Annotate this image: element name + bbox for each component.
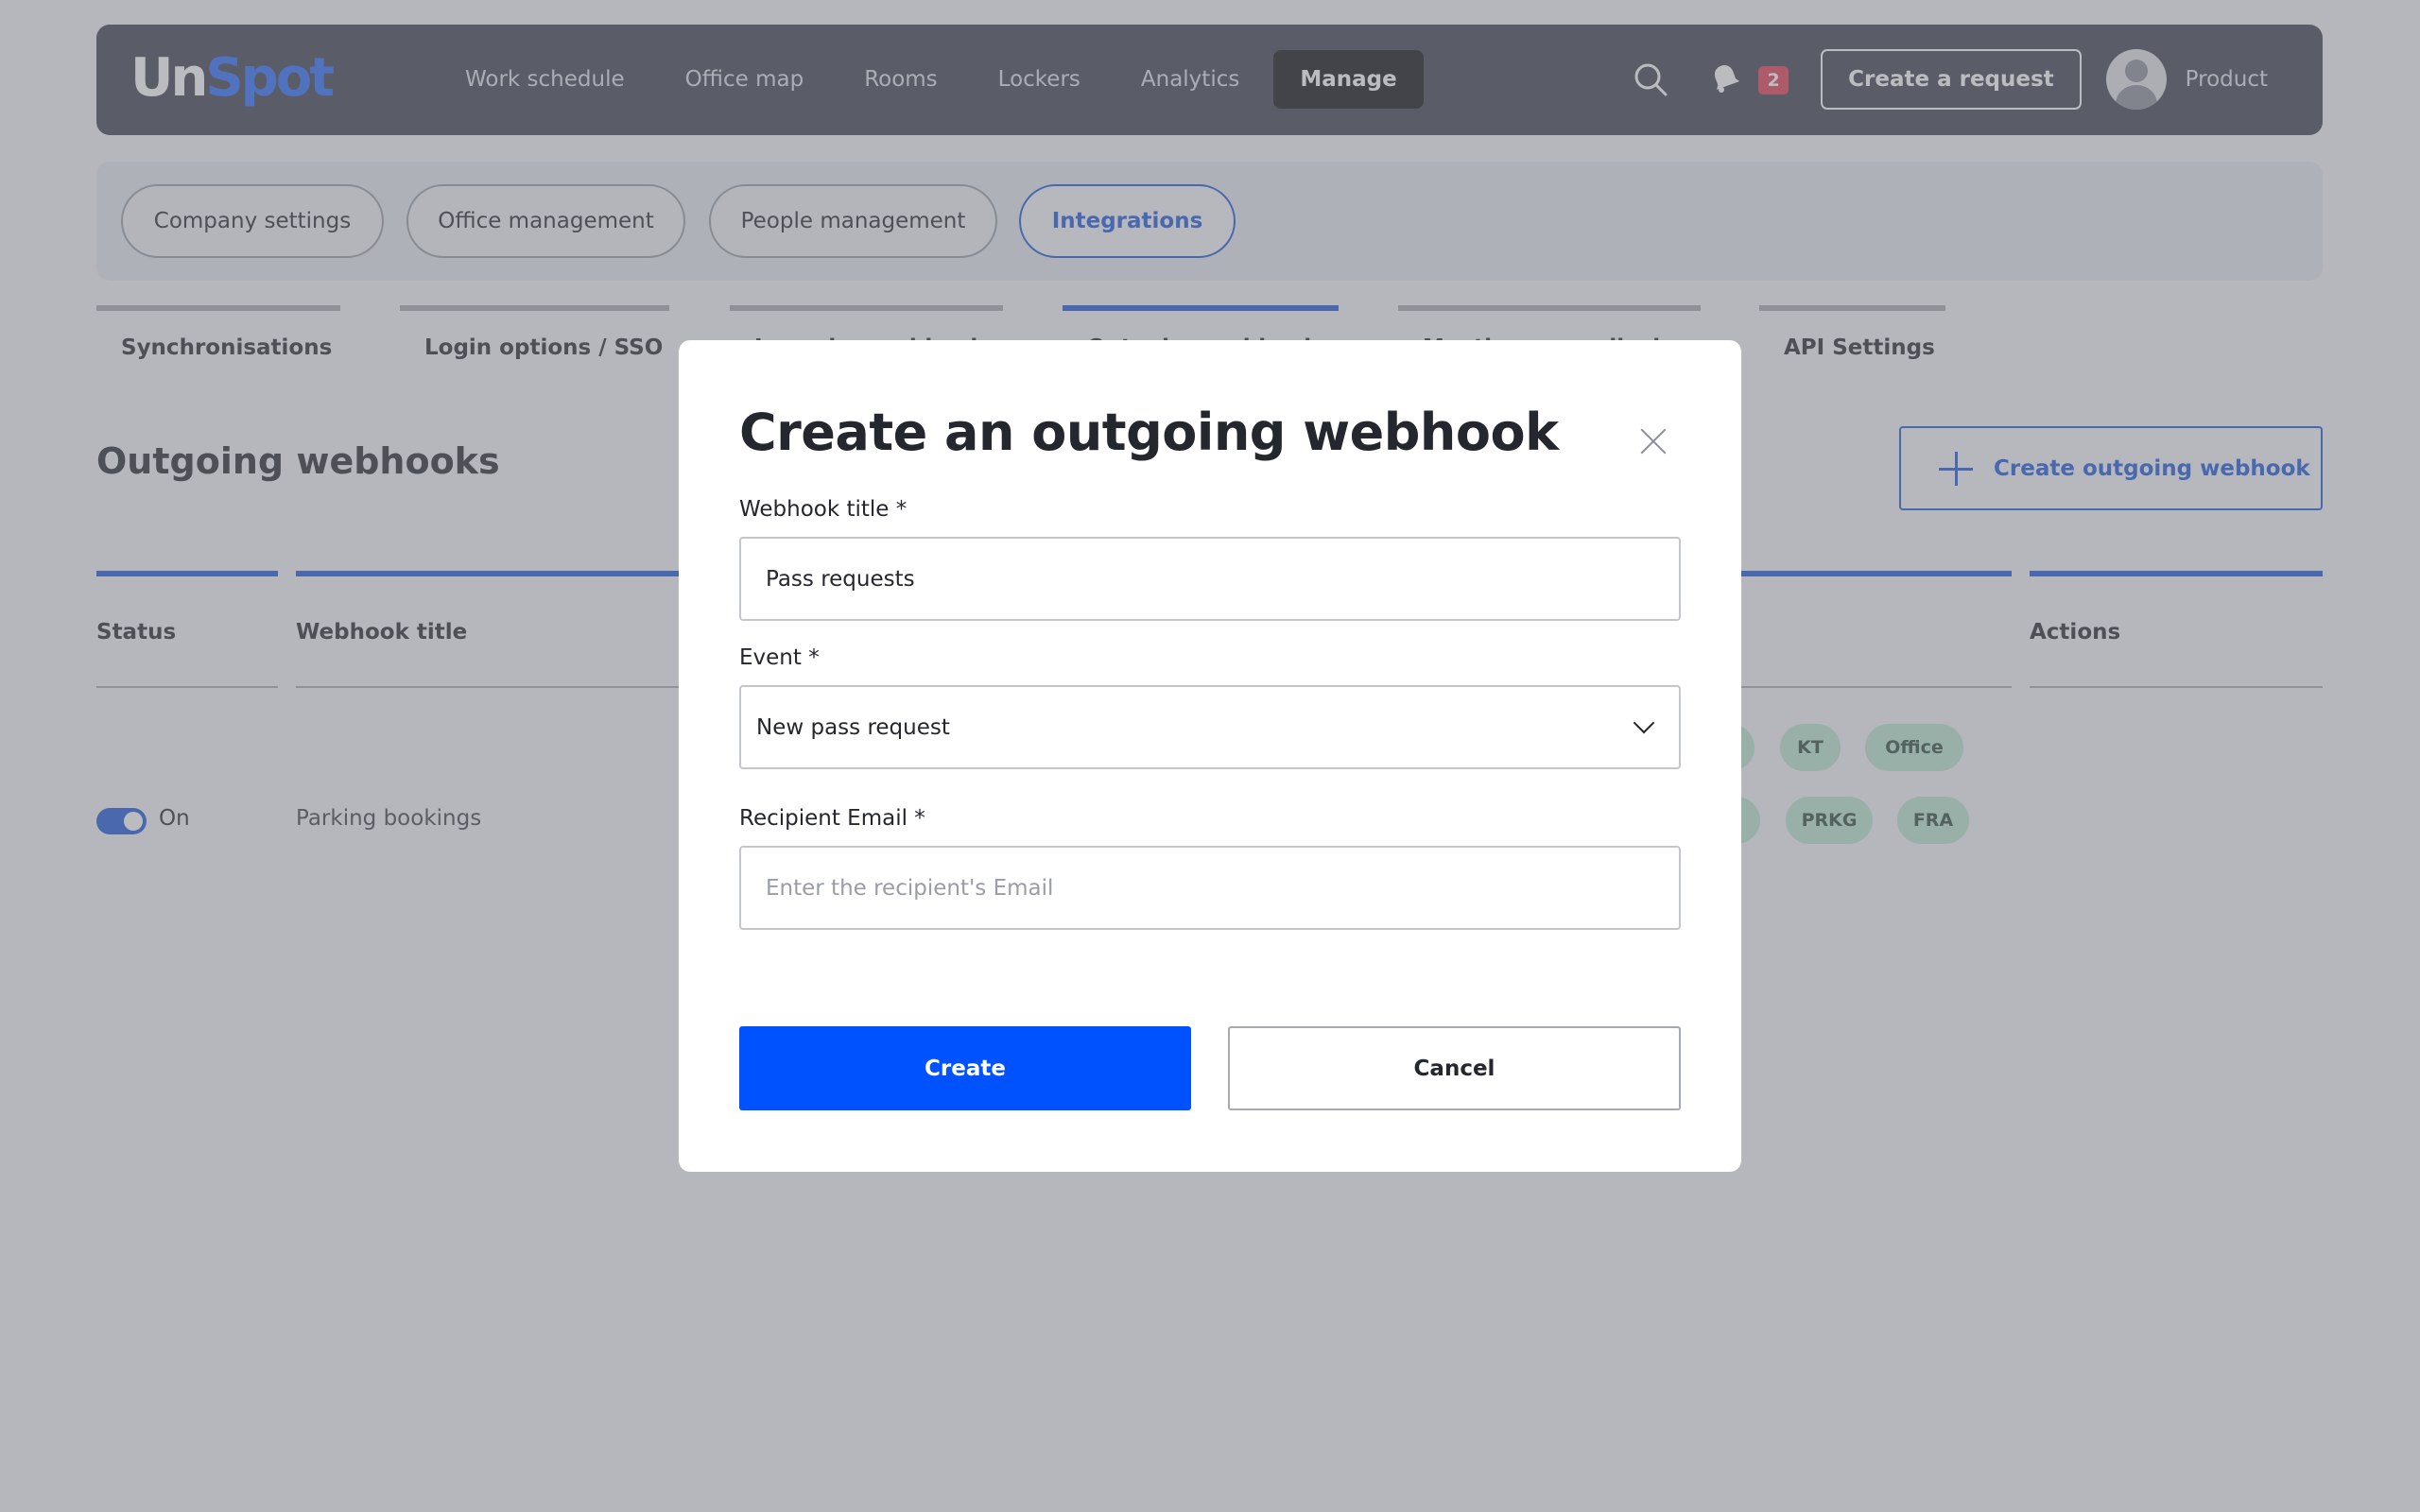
event-selected-value: New pass request [756,714,950,740]
event-label: Event * [739,645,820,670]
cancel-button[interactable]: Cancel [1228,1026,1681,1110]
recipient-email-label: Recipient Email * [739,806,925,831]
recipient-email-input[interactable] [739,846,1681,930]
webhook-title-input[interactable] [739,537,1681,621]
close-icon[interactable] [1639,427,1668,455]
chevron-down-icon [1634,715,1654,736]
dialog-title: Create an outgoing webhook [739,403,1559,462]
event-select[interactable]: New pass request [739,685,1681,769]
webhook-title-label: Webhook title * [739,497,908,522]
create-button[interactable]: Create [739,1026,1191,1110]
create-webhook-dialog: Create an outgoing webhook Webhook title… [679,340,1741,1172]
